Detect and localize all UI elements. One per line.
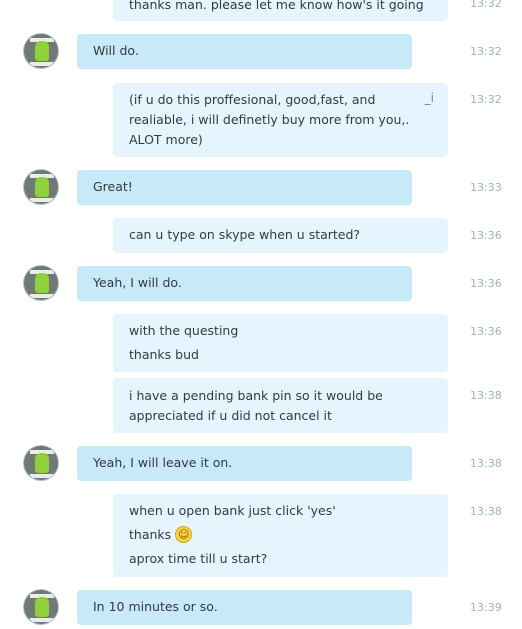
message-text: thanks ☺ <box>129 526 193 544</box>
chat-history[interactable]: thanks man. please let me know how's it … <box>0 0 522 629</box>
message-bubble-incoming: Will do. <box>77 34 412 69</box>
message-timestamp: 13:36 <box>470 325 502 338</box>
message-text: (if u do this proffesional, good,fast, a… <box>129 92 376 107</box>
message-text: Great! <box>93 179 133 194</box>
message-bubble-outgoing: when u open bank just click 'yes' thanks… <box>113 494 448 577</box>
message-text: ALOT more) <box>129 132 203 147</box>
message-bubble-outgoing: can u type on skype when u started? <box>113 218 448 253</box>
message-timestamp: 13:32 <box>470 0 502 10</box>
message-timestamp: 13:38 <box>470 457 502 470</box>
message-text: thanks <box>129 527 172 542</box>
message-bubble-outgoing: (if u do this proffesional, good,fast, a… <box>113 83 448 157</box>
message-text: aprox time till u start? <box>129 551 268 566</box>
contact-avatar[interactable] <box>23 33 59 69</box>
message-bubble-incoming: Yeah, I will do. <box>77 266 412 301</box>
contact-avatar[interactable] <box>23 265 59 301</box>
message-timestamp: 13:38 <box>470 505 502 518</box>
message-text: can u type on skype when u started? <box>129 227 361 242</box>
message-text: In 10 minutes or so. <box>93 599 218 614</box>
message-bubble-outgoing: with the questing thanks bud <box>113 314 448 372</box>
message-text: thanks bud <box>129 347 199 362</box>
message-timestamp: 13:33 <box>470 181 502 194</box>
contact-avatar[interactable] <box>23 169 59 205</box>
message-text: realiable, i will definetly buy more fro… <box>129 112 410 127</box>
message-bubble-incoming: In 10 minutes or so. <box>77 590 412 625</box>
message-timestamp: 13:32 <box>470 93 502 106</box>
message-timestamp: 13:39 <box>470 601 502 614</box>
message-text: Yeah, I will do. <box>93 275 182 290</box>
message-text: thanks man. please let me know how's it … <box>129 0 424 12</box>
message-timestamp: 13:36 <box>470 229 502 242</box>
contact-avatar[interactable] <box>23 589 59 625</box>
message-bubble-outgoing: thanks man. please let me know how's it … <box>113 0 448 21</box>
message-bubble-incoming: Great! <box>77 170 412 205</box>
message-text: with the questing <box>129 323 239 338</box>
message-text: i have a pending bank pin so it would be <box>129 388 383 403</box>
message-timestamp: 13:38 <box>470 389 502 402</box>
smiley-icon: ☺ <box>175 526 193 543</box>
message-text: Yeah, I will leave it on. <box>93 455 233 470</box>
message-timestamp: 13:36 <box>470 277 502 290</box>
contact-avatar[interactable] <box>23 445 59 481</box>
message-bubble-incoming: Yeah, I will leave it on. <box>77 446 412 481</box>
edit-pencil-icon[interactable]: _i <box>425 91 434 105</box>
message-text: appreciated if u did not cancel it <box>129 408 332 423</box>
message-text: when u open bank just click 'yes' <box>129 503 336 518</box>
message-text: Will do. <box>93 43 139 58</box>
message-bubble-outgoing: i have a pending bank pin so it would be… <box>113 378 448 433</box>
message-timestamp: 13:32 <box>470 45 502 58</box>
